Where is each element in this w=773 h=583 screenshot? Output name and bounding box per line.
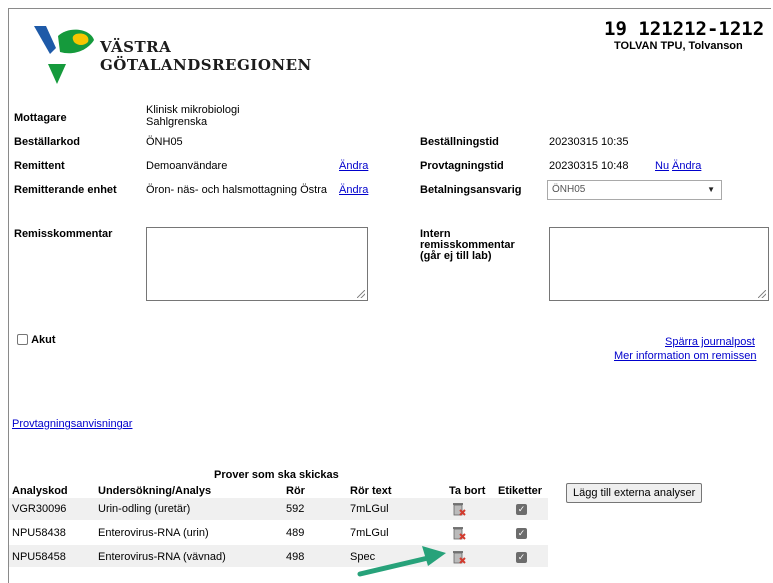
row-ror: 498 <box>286 551 305 563</box>
remittent-value: Demoanvändare <box>146 160 228 172</box>
remitterande-enhet-label: Remitterande enhet <box>14 184 117 196</box>
provtagningstid-nu-link[interactable]: Nu <box>655 160 669 172</box>
akut-checkbox[interactable] <box>17 334 28 345</box>
table-row <box>9 545 548 567</box>
personnummer: 19 121212-1212 <box>604 18 765 40</box>
betalningsansvarig-label: Betalningsansvarig <box>420 184 522 196</box>
col-header-tabort: Ta bort <box>449 485 486 497</box>
remisskommentar-textarea[interactable] <box>146 227 368 301</box>
akut-checkbox-row[interactable]: Akut <box>17 334 56 346</box>
mottagare-value-1: Klinisk mikrobiologi <box>146 104 240 116</box>
vgr-logo: VÄSTRA GÖTALANDSREGIONEN <box>28 24 328 88</box>
provtagningstid-andra-link[interactable]: Ändra <box>672 160 701 172</box>
col-header-undersokning: Undersökning/Analys <box>98 485 212 497</box>
row-undersokning: Urin-odling (uretär) <box>98 503 191 515</box>
logo-line-1: VÄSTRA <box>100 38 172 56</box>
sparra-journalpost-link[interactable]: Spärra journalpost <box>665 336 755 348</box>
provtagningstid-value: 20230315 10:48 <box>549 160 629 172</box>
remisskommentar-label: Remisskommentar <box>14 228 113 240</box>
remitterande-enhet-value: Öron- näs- och halsmottagning Östra <box>146 184 327 196</box>
akut-label: Akut <box>31 334 56 346</box>
betalningsansvarig-select[interactable]: ÖNH05 ▼ <box>547 180 722 200</box>
intern-remisskommentar-textarea[interactable] <box>549 227 769 301</box>
vgr-logo-icon <box>34 26 94 84</box>
etikett-checkbox[interactable]: ✓ <box>516 504 527 515</box>
etikett-checkbox[interactable]: ✓ <box>516 552 527 563</box>
logo-line-2: GÖTALANDSREGIONEN <box>100 56 312 74</box>
row-ror: 489 <box>286 527 305 539</box>
row-rortext: 7mLGul <box>350 527 389 539</box>
bestallarkod-label: Beställarkod <box>14 136 81 148</box>
annotation-arrow-icon <box>357 546 446 577</box>
row-analyskod: NPU58458 <box>12 551 66 563</box>
row-analyskod: VGR30096 <box>12 503 67 515</box>
col-header-analyskod: Analyskod <box>12 485 68 497</box>
table-row <box>9 498 548 520</box>
intern-label-3: (går ej till lab) <box>420 250 492 262</box>
etikett-checkbox[interactable]: ✓ <box>516 528 527 539</box>
betalningsansvarig-selected: ÖNH05 <box>552 184 586 195</box>
col-header-rortext: Rör text <box>350 485 392 497</box>
remittent-andra-link[interactable]: Ändra <box>339 160 368 172</box>
remittent-label: Remittent <box>14 160 65 172</box>
delete-trash-icon[interactable] <box>452 501 466 516</box>
row-ror: 592 <box>286 503 305 515</box>
bestallarkod-value: ÖNH05 <box>146 136 183 148</box>
table-caption: Prover som ska skickas <box>214 469 339 481</box>
row-undersokning: Enterovirus-RNA (urin) <box>98 527 209 539</box>
chevron-down-icon: ▼ <box>707 185 715 194</box>
patient-name: TOLVAN TPU, Tolvanson <box>614 40 743 52</box>
resize-grip-icon[interactable] <box>357 290 365 298</box>
row-analyskod: NPU58438 <box>12 527 66 539</box>
col-header-ror: Rör <box>286 485 305 497</box>
bestallningstid-label: Beställningstid <box>420 136 499 148</box>
resize-grip-icon[interactable] <box>758 290 766 298</box>
bestallningstid-value: 20230315 10:35 <box>549 136 629 148</box>
mer-information-link[interactable]: Mer information om remissen <box>614 350 756 362</box>
enhet-andra-link[interactable]: Ändra <box>339 184 368 196</box>
mottagare-label: Mottagare <box>14 112 67 124</box>
provtagningstid-label: Provtagningstid <box>420 160 504 172</box>
provtagningsanvisningar-link[interactable]: Provtagningsanvisningar <box>12 418 132 430</box>
col-header-etiketter: Etiketter <box>498 485 543 497</box>
mottagare-value-2: Sahlgrenska <box>146 116 208 128</box>
row-rortext: 7mLGul <box>350 503 389 515</box>
row-undersokning: Enterovirus-RNA (vävnad) <box>98 551 226 563</box>
lagg-till-externa-analyser-button[interactable]: Lägg till externa analyser <box>566 483 703 503</box>
delete-trash-icon[interactable] <box>452 525 466 540</box>
